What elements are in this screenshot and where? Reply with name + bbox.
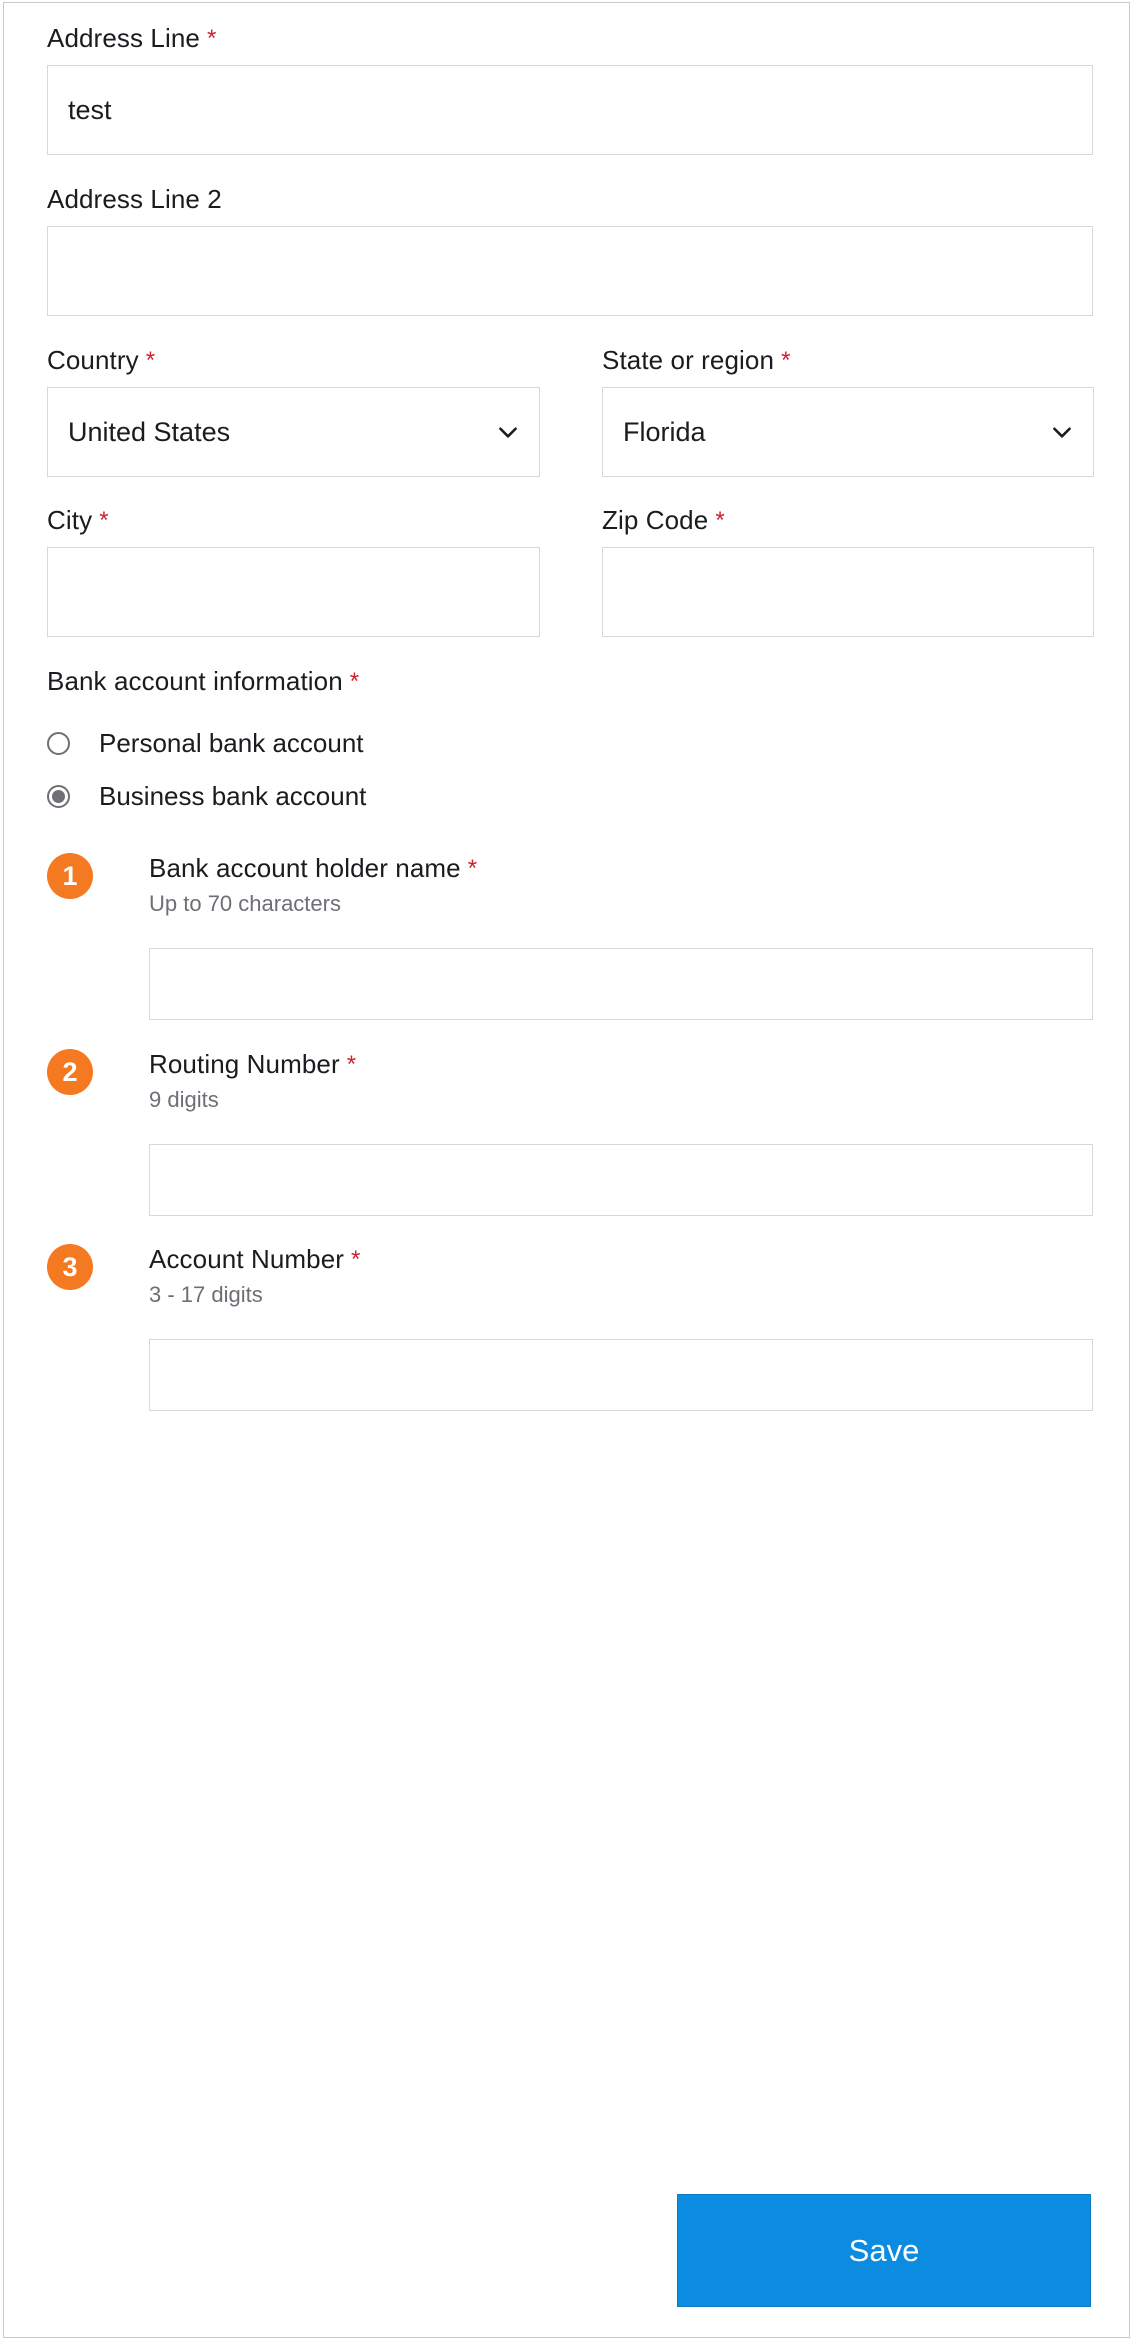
routing-number-input[interactable]	[149, 1144, 1093, 1216]
radio-business-bank-account-label: Business bank account	[99, 781, 367, 811]
zip-code-input[interactable]	[602, 547, 1094, 637]
required-asterisk: *	[467, 855, 478, 882]
bank-account-holder-name-input[interactable]	[149, 948, 1093, 1020]
routing-number-hint: 9 digits	[149, 1087, 219, 1112]
required-asterisk: *	[781, 347, 791, 374]
city-input[interactable]	[47, 547, 540, 637]
country-label: Country *	[47, 345, 155, 375]
account-number-label-text: Account Number	[149, 1244, 345, 1274]
country-selected-value: United States	[68, 416, 231, 447]
state-or-region-label-text: State or region	[602, 345, 775, 375]
bank-account-holder-name-hint: Up to 70 characters	[149, 891, 341, 916]
radio-business-bank-account[interactable]: Business bank account	[47, 781, 366, 811]
zip-code-label-text: Zip Code	[602, 505, 709, 535]
country-select[interactable]: United States	[47, 387, 540, 477]
address-line-2-label-text: Address Line 2	[47, 184, 222, 214]
bank-details-form-card: Address Line * test Address Line 2 Countr…	[3, 2, 1130, 2338]
radio-personal-bank-account-label: Personal bank account	[99, 728, 364, 758]
numbered-field-1: 1 Bank account holder name * Up to 70 cha…	[47, 853, 1093, 1020]
radio-unselected-icon[interactable]	[47, 731, 70, 755]
step-number-badge: 2	[47, 1049, 93, 1095]
address-line-value: test	[68, 94, 112, 125]
city-label-text: City	[47, 505, 93, 535]
save-button[interactable]: Save	[677, 2194, 1091, 2307]
required-asterisk: *	[145, 347, 156, 374]
step-number-badge: 1	[47, 853, 93, 899]
routing-number-label-text: Routing Number	[149, 1049, 340, 1079]
address-line-input[interactable]: test	[47, 65, 1093, 155]
required-asterisk: *	[715, 507, 725, 534]
country-label-text: Country	[47, 345, 139, 375]
address-line-2-input[interactable]	[47, 226, 1093, 316]
required-asterisk: *	[99, 507, 109, 534]
required-asterisk: *	[349, 668, 360, 695]
bank-account-holder-name-label-text: Bank account holder name	[149, 853, 461, 883]
required-asterisk: *	[346, 1051, 357, 1078]
step-number-badge: 3	[47, 1244, 93, 1290]
chevron-down-icon	[499, 427, 517, 438]
bank-account-holder-name-label: Bank account holder name *	[149, 853, 1093, 883]
zip-code-label: Zip Code *	[602, 505, 725, 535]
account-number-label: Account Number *	[149, 1244, 1093, 1274]
state-or-region-select[interactable]: Florida	[602, 387, 1094, 477]
radio-personal-bank-account[interactable]: Personal bank account	[47, 728, 364, 758]
routing-number-label: Routing Number *	[149, 1049, 1093, 1079]
account-number-input[interactable]	[149, 1339, 1093, 1411]
state-or-region-label: State or region *	[602, 345, 791, 375]
radio-selected-icon[interactable]	[47, 784, 70, 808]
state-or-region-selected-value: Florida	[623, 416, 706, 447]
address-line-label-text: Address Line	[47, 23, 200, 53]
address-line-2-label: Address Line 2	[47, 184, 222, 214]
bank-account-information-label-text: Bank account information	[47, 666, 343, 696]
numbered-field-3: 3 Account Number * 3 - 17 digits	[47, 1244, 1093, 1411]
numbered-field-2: 2 Routing Number * 9 digits	[47, 1049, 1093, 1216]
account-number-hint: 3 - 17 digits	[149, 1282, 263, 1307]
bank-account-information-label: Bank account information *	[47, 666, 359, 696]
required-asterisk: *	[351, 1246, 361, 1273]
required-asterisk: *	[206, 25, 217, 52]
address-line-label: Address Line *	[47, 23, 216, 53]
chevron-down-icon	[1053, 427, 1071, 438]
city-label: City *	[47, 505, 109, 535]
